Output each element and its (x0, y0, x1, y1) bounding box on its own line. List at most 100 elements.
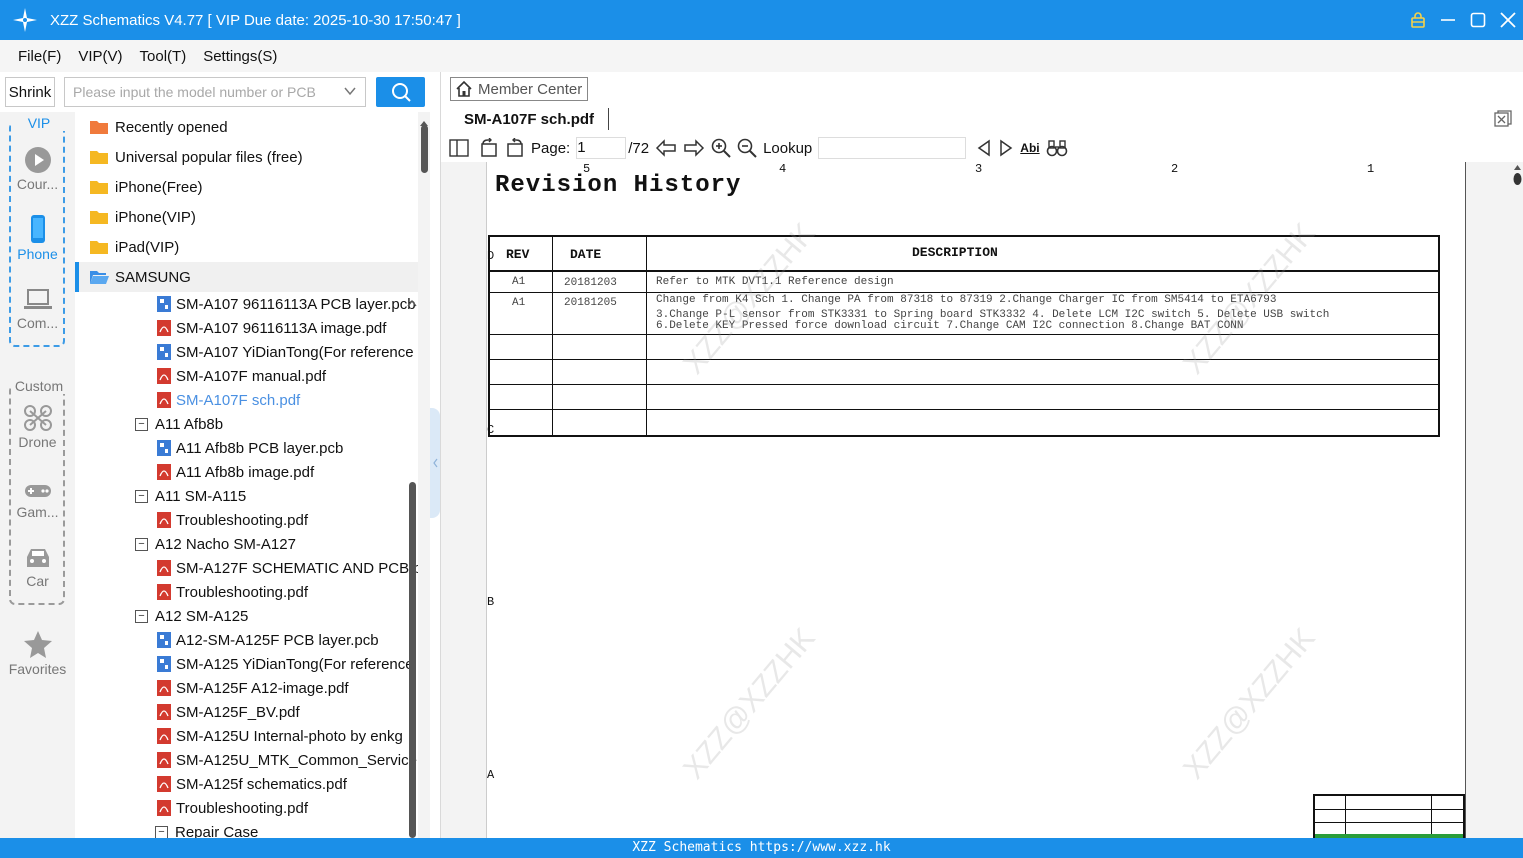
member-center-label: Member Center (478, 80, 583, 98)
table-divider (646, 237, 647, 435)
grid-row-letter: A (487, 768, 495, 782)
close-button[interactable] (1493, 0, 1523, 40)
tree-folder-iphone-free[interactable]: iPhone(Free) (75, 172, 418, 202)
viewer-scrollbar[interactable] (1512, 162, 1523, 838)
chevron-down-icon[interactable] (343, 84, 357, 101)
panel-splitter[interactable] (430, 408, 440, 518)
rotate-right-icon[interactable] (505, 138, 525, 158)
close-tab-icon[interactable] (1494, 110, 1512, 131)
pcb-file-icon (157, 344, 171, 360)
rail-game[interactable]: Gam... (0, 480, 75, 520)
tree-folder-iphone-vip[interactable]: iPhone(VIP) (75, 202, 418, 232)
tree-file-pdf[interactable]: SM-A125U Internal-photo by enkg (75, 724, 418, 748)
tree-file-pdf[interactable]: SM-A125f schematics.pdf (75, 772, 418, 796)
rail-car-label: Car (26, 573, 49, 589)
table-divider (552, 237, 553, 435)
rail-computer[interactable]: Com... (0, 287, 75, 331)
pdf-viewer[interactable]: 5 4 3 2 1 Revision History D C B A REV D… (441, 162, 1512, 838)
menu-file[interactable]: File(F) (18, 48, 61, 65)
table-divider (490, 334, 1438, 335)
tree-file-pdf[interactable]: SM-A125F_BV.pdf (75, 700, 418, 724)
tree-subfolder[interactable]: − A12 Nacho SM-A127 (75, 532, 418, 556)
minimize-button[interactable] (1433, 0, 1463, 40)
tree-file-pdf[interactable]: Troubleshooting.pdf (75, 580, 418, 604)
next-page-icon[interactable] (683, 139, 705, 157)
tree-subfolder[interactable]: − A12 SM-A125 (75, 604, 418, 628)
status-bar: XZZ Schematics https://www.xzz.hk (0, 838, 1523, 858)
tree-folder-universal[interactable]: Universal popular files (free) (75, 142, 418, 172)
binoculars-icon[interactable] (1046, 139, 1068, 157)
zoom-out-icon[interactable] (737, 138, 757, 158)
tree-file-pdf[interactable]: SM-A127F SCHEMATIC AND PCB.pdf (75, 556, 418, 580)
model-search-box[interactable] (64, 77, 366, 107)
tree-file-pcb[interactable]: SM-A125 YiDianTong(For reference (75, 652, 418, 676)
watermark: XZZ@XZZHK (677, 622, 822, 786)
tree-file-pcb[interactable]: A11 Afb8b PCB layer.pcb (75, 436, 418, 460)
lock-icon[interactable] (1403, 0, 1433, 40)
tree-folder-recent[interactable]: Recently opened (75, 112, 418, 142)
search-button[interactable] (376, 77, 425, 107)
tree-scrollbar[interactable] (418, 112, 430, 838)
tree-subfolder[interactable]: − A11 SM-A115 (75, 484, 418, 508)
rail-favorites[interactable]: Favorites (0, 629, 75, 677)
tree-file-pdf[interactable]: A11 Afb8b image.pdf (75, 460, 418, 484)
tree-folder-samsung[interactable]: SAMSUNG (75, 262, 418, 292)
menu-tool[interactable]: Tool(T) (140, 48, 187, 65)
tree-subfolder[interactable]: − A11 Afb8b (75, 412, 418, 436)
tree-subfolder[interactable]: − Repair Case (75, 820, 418, 838)
tree-file-pdf[interactable]: Troubleshooting.pdf (75, 508, 418, 532)
rail-drone[interactable]: Drone (0, 404, 75, 450)
zoom-in-icon[interactable] (711, 138, 731, 158)
rail-course-label: Cour... (16, 176, 59, 192)
home-icon (456, 80, 472, 97)
tree-file-pcb[interactable]: SM-A107 YiDianTong(For reference (75, 340, 418, 364)
search-input[interactable] (65, 79, 325, 105)
lookup-input[interactable] (818, 137, 967, 159)
scroll-up-icon[interactable] (407, 294, 417, 310)
collapse-icon[interactable]: − (155, 825, 168, 838)
document-tab[interactable]: SM-A107F sch.pdf (450, 104, 594, 134)
tree-scroll-thumb[interactable] (421, 125, 428, 173)
tree-file-pcb[interactable]: A12-SM-A125F PCB layer.pcb (75, 628, 418, 652)
collapse-icon[interactable]: − (135, 417, 148, 431)
tree-file-label: Troubleshooting.pdf (176, 511, 309, 529)
page-number-input[interactable]: 1 (576, 137, 627, 159)
rotate-left-icon[interactable] (479, 138, 499, 158)
find-next-icon[interactable] (998, 139, 1014, 157)
tree-file-pdf[interactable]: Troubleshooting.pdf (75, 796, 418, 820)
maximize-button[interactable] (1463, 0, 1493, 40)
menu-vip[interactable]: VIP(V) (78, 48, 122, 65)
table-divider (490, 292, 1438, 293)
folder-open-icon (90, 271, 109, 284)
schematic-title-block (1313, 794, 1465, 838)
tree-file-pdf-active[interactable]: SM-A107F sch.pdf (75, 388, 418, 412)
tree-file-label: A12-SM-A125F PCB layer.pcb (176, 631, 379, 649)
file-tree: Recently opened Universal popular files … (75, 112, 418, 838)
rail-course[interactable]: Cour... (0, 146, 75, 192)
collapse-icon[interactable]: − (135, 489, 148, 503)
tree-file-pdf[interactable]: SM-A125U_MTK_Common_Service (75, 748, 418, 772)
shrink-button[interactable]: Shrink (5, 77, 55, 107)
tree-folder-label: Recently opened (115, 118, 228, 136)
prev-page-icon[interactable] (655, 139, 677, 157)
rail-car[interactable]: Car (0, 545, 75, 589)
tree-file-pdf[interactable]: SM-A125F A12-image.pdf (75, 676, 418, 700)
menu-settings[interactable]: Settings(S) (203, 48, 277, 65)
member-center-button[interactable]: Member Center (450, 77, 588, 101)
table-header-date: DATE (570, 247, 602, 262)
pdf-file-icon (157, 464, 171, 480)
tree-file-pdf[interactable]: SM-A107 96116113A image.pdf (75, 316, 418, 340)
laptop-icon (23, 289, 52, 309)
tree-inner-scroll-thumb[interactable] (409, 482, 416, 838)
tree-file-label: SM-A107 YiDianTong(For reference (176, 343, 414, 361)
pdf-file-icon (157, 392, 171, 408)
tree-file-pdf[interactable]: SM-A107F manual.pdf (75, 364, 418, 388)
tree-file-pcb[interactable]: SM-A107 96116113A PCB layer.pcb (75, 292, 418, 316)
tree-folder-ipad-vip[interactable]: iPad(VIP) (75, 232, 418, 262)
sidebar-toggle-icon[interactable] (449, 139, 469, 157)
rail-phone[interactable]: Phone (0, 214, 75, 262)
find-prev-icon[interactable] (976, 139, 992, 157)
match-case-button[interactable]: Abi (1020, 141, 1039, 155)
collapse-icon[interactable]: − (135, 609, 148, 623)
collapse-icon[interactable]: − (135, 537, 148, 551)
